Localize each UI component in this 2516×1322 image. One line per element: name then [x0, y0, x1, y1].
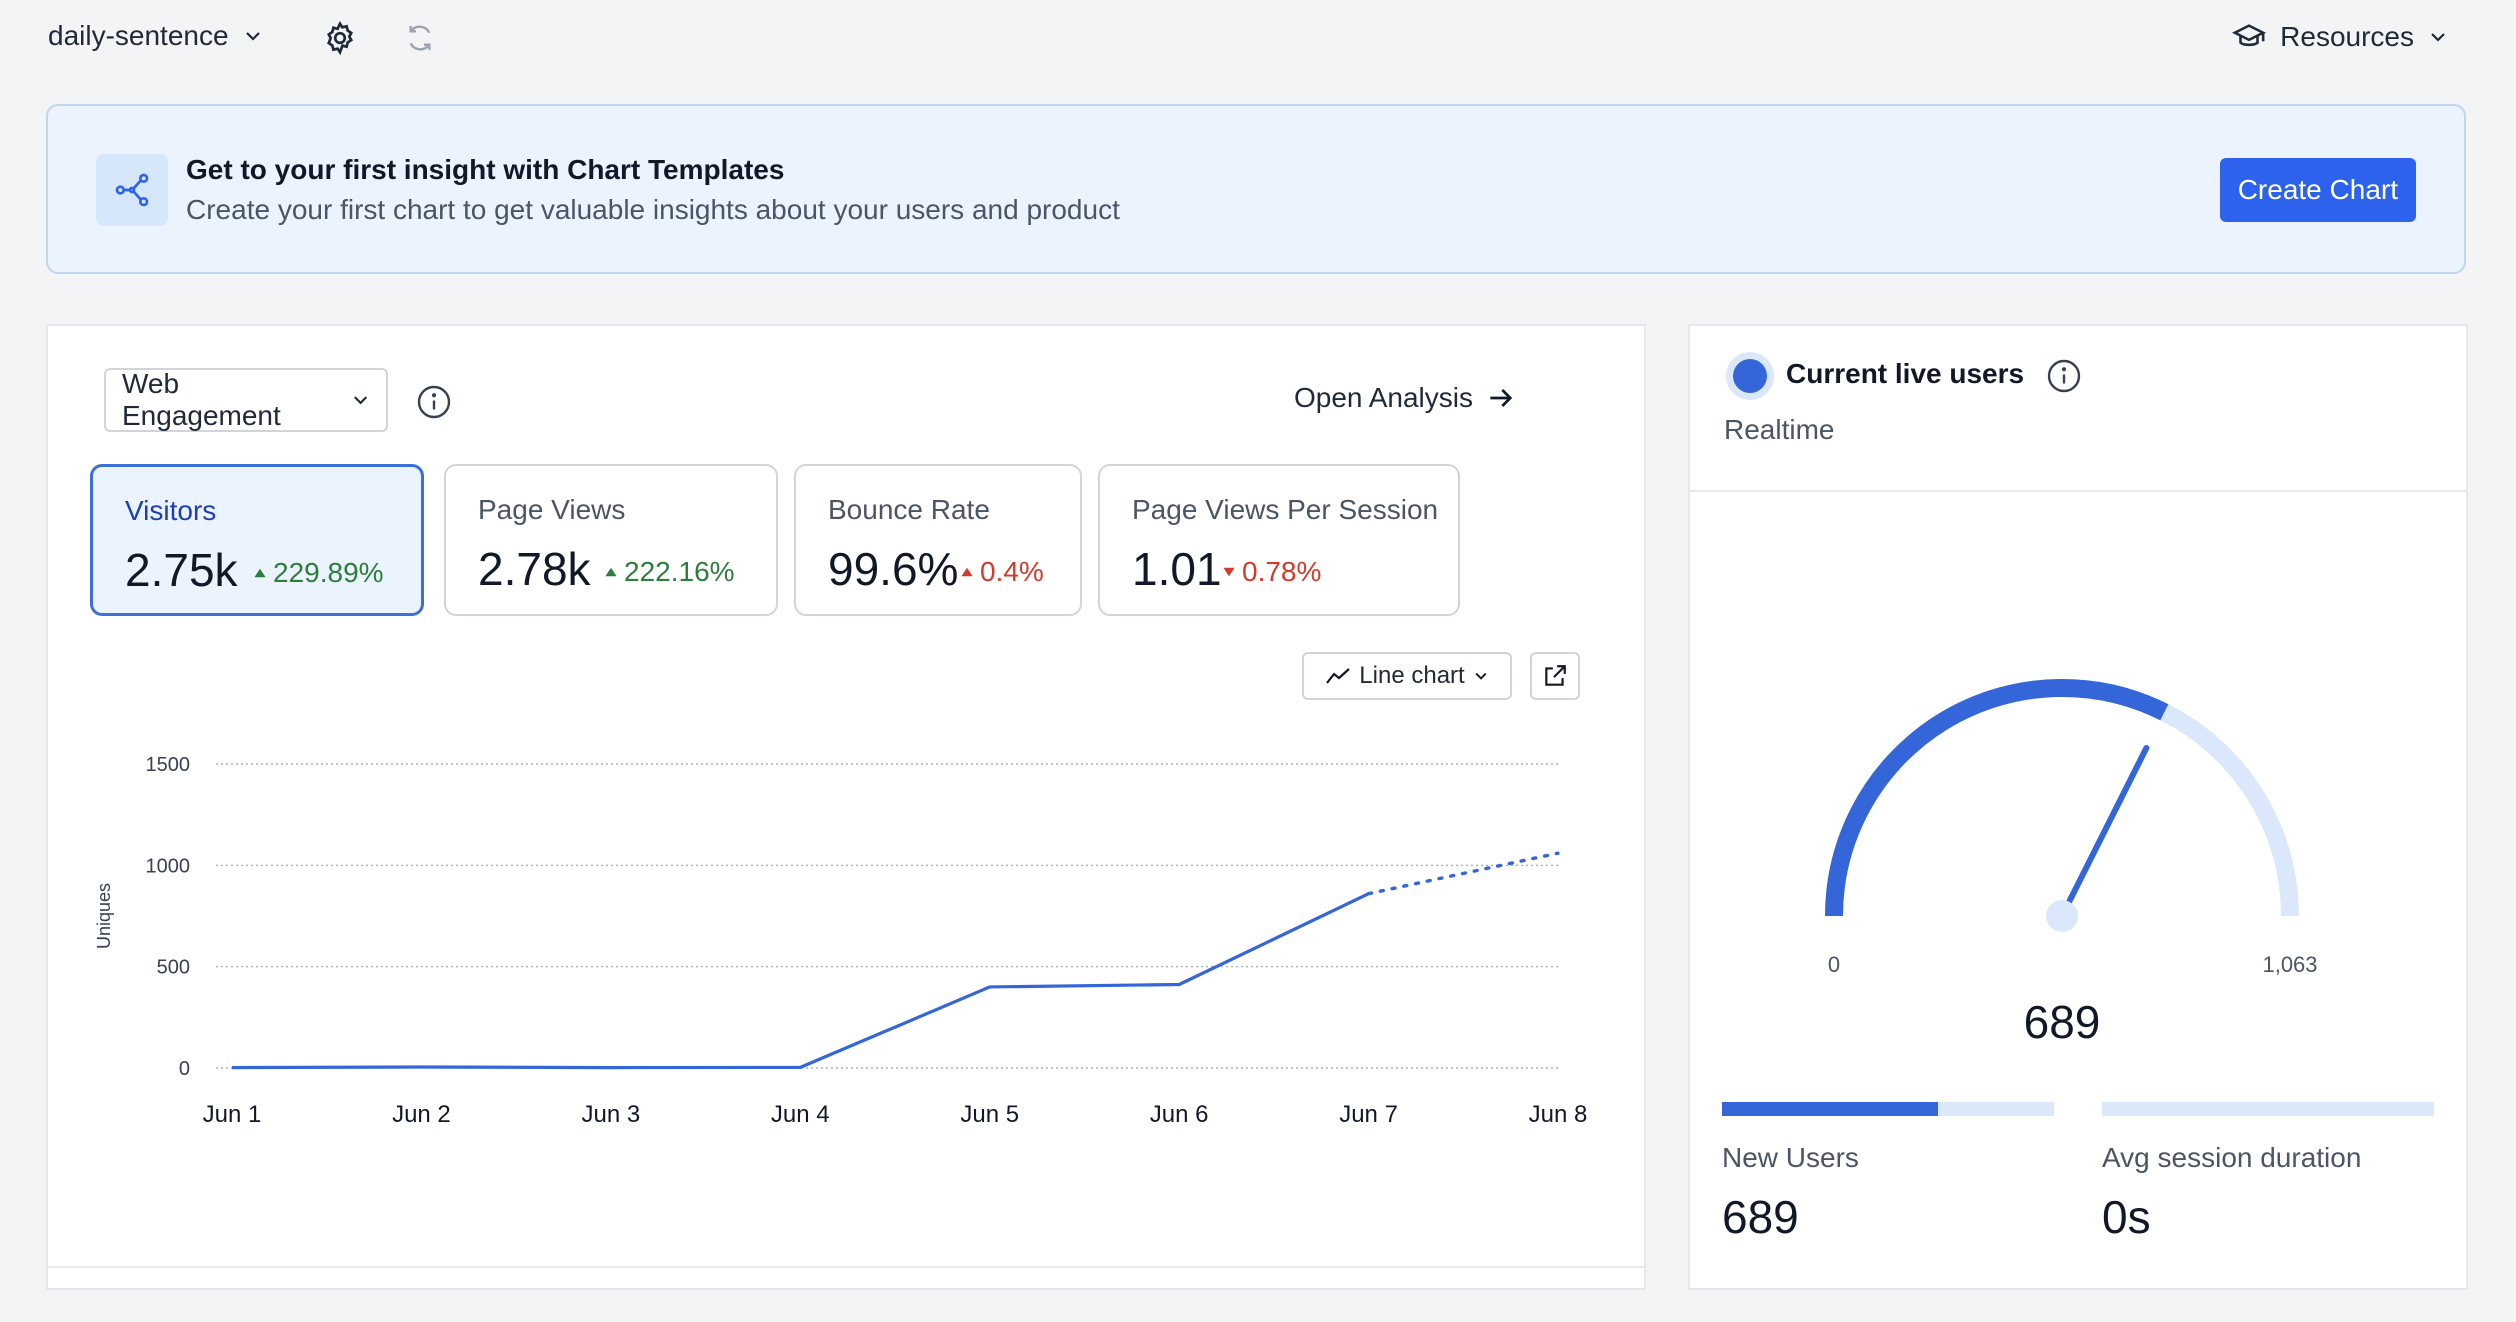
info-icon[interactable] [416, 384, 452, 420]
refresh-icon [409, 25, 431, 51]
web-engagement-card: Web Engagement Open Analysis Visitors 2.… [46, 324, 1646, 1290]
live-indicator [1726, 352, 1774, 400]
chart-type-label: Line chart [1359, 662, 1465, 689]
graduation-cap-icon [2232, 24, 2267, 47]
metric-page-views-per-session[interactable]: Page Views Per Session 1.01 0.78% [1098, 464, 1460, 616]
live-users-title: Current live users [1786, 358, 2025, 389]
metric-visitors[interactable]: Visitors 2.75k 229.89% [90, 464, 424, 616]
series-line-projected [1366, 851, 1560, 896]
banner-icon-box [96, 154, 168, 226]
line-chart-icon [1326, 668, 1351, 684]
gear-icon [326, 21, 354, 56]
dropdown-label: Web Engagement [122, 368, 281, 431]
live-users-gauge: 0 1,063 689 [1825, 679, 2318, 1048]
metric-value: 2.75k [125, 544, 238, 596]
metric-change: 0.4% [960, 556, 1044, 588]
x-tick-label: Jun 1 [203, 1101, 262, 1128]
x-tick-label: Jun 7 [1339, 1101, 1398, 1128]
metric-value: 1.01 [1132, 543, 1222, 595]
gauge-track [1825, 679, 2299, 917]
live-users-card: Current live users Realtime 0 1,063 689 Ne… [1688, 324, 2468, 1290]
create-chart-button[interactable]: Create Chart [2219, 158, 2416, 222]
triangle-up-icon [605, 567, 617, 577]
chevron-down-icon [1475, 672, 1487, 680]
gauge-hub [2046, 900, 2078, 932]
metric-bounce-rate[interactable]: Bounce Rate 99.6% 0.4% [794, 464, 1082, 616]
metric-change: 222.16% [604, 556, 735, 588]
avg-session-value: 0s [2102, 1191, 2151, 1243]
external-link-icon [1545, 665, 1566, 686]
banner-title: Get to your first insight with Chart Tem… [186, 154, 785, 185]
gauge-max-label: 1,063 [2262, 952, 2317, 977]
metric-page-views[interactable]: Page Views 2.78k 222.16% [444, 464, 778, 616]
open-analysis-label: Open Analysis [1294, 382, 1473, 413]
section-divider [1690, 490, 2466, 492]
x-tick-label: Jun 2 [392, 1101, 451, 1128]
card-divider [48, 1266, 1644, 1268]
resources-label: Resources [2280, 21, 2414, 52]
metric-label: Page Views Per Session [1132, 494, 1439, 525]
x-tick-label: Jun 3 [581, 1101, 640, 1128]
arrow-right-icon [1490, 389, 1513, 407]
refresh-button[interactable] [396, 14, 444, 62]
chart-type-selector[interactable]: Line chart [1302, 652, 1512, 700]
web-engagement-dropdown[interactable]: Web Engagement [104, 368, 388, 432]
settings-button[interactable] [316, 14, 364, 62]
banner-subtitle: Create your first chart to get valuable … [186, 194, 1120, 225]
triangle-down-icon [1223, 567, 1235, 577]
project-selector[interactable]: daily-sentence [48, 20, 263, 52]
metric-change-value: 229.89% [273, 557, 384, 588]
avg-session-label: Avg session duration [2102, 1142, 2362, 1173]
new-users-bar [1722, 1102, 2054, 1116]
visitors-line-chart: 0 500 1000 1500 Jun 1 Jun 2 Jun 3 Jun 4 Jun 5 Jun… [94, 754, 1588, 1128]
share-nodes-icon [115, 173, 149, 207]
metric-change-value: 0.78% [1242, 556, 1322, 587]
metric-change: 0.78% [1222, 556, 1321, 588]
metric-label: Page Views [478, 494, 626, 525]
chevron-down-icon [2431, 33, 2445, 42]
metric-value: 99.6% [828, 543, 959, 595]
y-tick-label: 1000 [146, 855, 191, 877]
project-name: daily-sentence [48, 20, 229, 51]
metric-change: 229.89% [253, 557, 384, 589]
y-axis-label: Uniques [94, 883, 114, 949]
new-users-label: New Users [1722, 1142, 1859, 1173]
new-users-value: 689 [1722, 1191, 1799, 1243]
gauge-needle [2059, 745, 2150, 919]
x-tick-label: Jun 4 [771, 1101, 830, 1128]
avg-session-bar [2102, 1102, 2434, 1116]
triangle-up-icon [961, 567, 973, 577]
chart-templates-banner: Get to your first insight with Chart Tem… [46, 104, 2466, 274]
gauge-min-label: 0 [1828, 952, 1840, 977]
open-external-button[interactable] [1530, 652, 1580, 700]
y-tick-label: 1500 [146, 754, 191, 776]
chevron-down-icon [245, 32, 260, 41]
y-tick-label: 500 [157, 957, 190, 979]
metric-change-value: 222.16% [624, 556, 735, 587]
x-tick-label: Jun 8 [1529, 1101, 1588, 1128]
x-tick-label: Jun 5 [960, 1101, 1019, 1128]
info-icon[interactable] [2046, 358, 2082, 394]
chevron-down-icon [353, 396, 367, 405]
series-line [231, 892, 1370, 1070]
metric-value: 2.78k [478, 543, 591, 595]
metric-change-value: 0.4% [980, 556, 1044, 587]
y-tick-label: 0 [179, 1058, 190, 1080]
metric-label: Visitors [125, 495, 217, 526]
gauge-value: 689 [2024, 996, 2101, 1048]
live-users-subtitle: Realtime [1724, 414, 1835, 445]
resources-menu[interactable]: Resources [2232, 20, 2448, 54]
x-tick-label: Jun 6 [1150, 1101, 1209, 1128]
metric-label: Bounce Rate [828, 494, 990, 525]
gauge-fill [1825, 679, 2169, 917]
open-analysis-link[interactable]: Open Analysis [1294, 382, 1517, 414]
triangle-up-icon [254, 568, 266, 578]
